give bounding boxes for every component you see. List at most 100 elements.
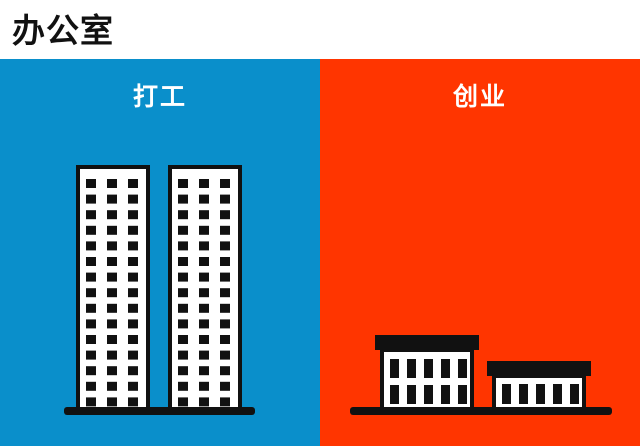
building-window	[390, 385, 399, 404]
building-window	[441, 359, 450, 378]
tower-window	[220, 194, 230, 204]
tower-window	[107, 272, 117, 282]
tower-window	[86, 381, 96, 391]
tower-window	[107, 194, 117, 204]
tower-window	[178, 272, 188, 282]
tower-window	[86, 397, 96, 407]
tower-window	[220, 225, 230, 235]
tower-window	[107, 397, 117, 407]
tower-window	[128, 350, 138, 360]
building-window	[502, 384, 511, 404]
tower-window	[178, 335, 188, 344]
tower-window	[178, 225, 188, 235]
tower-window	[199, 319, 209, 329]
tower-window	[178, 257, 188, 266]
tower-window	[199, 257, 209, 266]
tower-window	[220, 241, 230, 251]
tower-window	[220, 397, 230, 407]
tower-window	[199, 303, 209, 313]
tower-window	[178, 194, 188, 204]
tower-window	[107, 319, 117, 329]
ground-line-right	[350, 407, 612, 415]
tower-window	[220, 210, 230, 220]
tower-window	[86, 225, 96, 235]
building-window	[519, 384, 528, 404]
tower-window	[199, 366, 209, 376]
tower-window	[199, 210, 209, 220]
building-roof	[487, 361, 591, 376]
tower-window	[199, 225, 209, 235]
tower-window	[199, 335, 209, 344]
tower-window	[178, 179, 188, 188]
tower-window	[199, 381, 209, 391]
tower-window	[86, 210, 96, 220]
tower-window	[128, 381, 138, 391]
tower-window	[128, 194, 138, 204]
tower-window	[86, 319, 96, 329]
tower-window	[86, 272, 96, 282]
tower-window	[220, 350, 230, 360]
startup-buildings	[350, 335, 612, 415]
tower-window	[107, 241, 117, 251]
tower-window	[86, 288, 96, 298]
ground-line-left	[64, 407, 255, 415]
building-window	[536, 384, 545, 404]
tower-window	[128, 210, 138, 220]
tower-window	[107, 288, 117, 298]
tower-window	[128, 303, 138, 313]
tower-window	[220, 179, 230, 188]
tower-window	[178, 381, 188, 391]
tower-window	[107, 257, 117, 266]
building-window	[407, 359, 416, 378]
tower-window	[128, 319, 138, 329]
tower-window	[220, 303, 230, 313]
building-window	[458, 385, 467, 404]
building-window	[424, 359, 433, 378]
tower-window	[128, 366, 138, 376]
tower-window	[220, 381, 230, 391]
building-window	[570, 384, 579, 404]
tower-window	[86, 350, 96, 360]
tower-window	[86, 179, 96, 188]
tower-window	[107, 303, 117, 313]
tower-window	[220, 288, 230, 298]
building-window	[553, 384, 562, 404]
building-roof	[375, 335, 479, 350]
tower-window	[86, 194, 96, 204]
tower-window	[220, 257, 230, 266]
tower-window	[128, 179, 138, 188]
tower-window	[107, 335, 117, 344]
tower-window	[128, 288, 138, 298]
tower-window	[178, 366, 188, 376]
tower-window	[86, 303, 96, 313]
small-building-group	[375, 335, 591, 413]
building-window	[390, 359, 399, 378]
tower-window	[86, 335, 96, 344]
tower-window	[220, 335, 230, 344]
tower-window	[86, 257, 96, 266]
tower-window	[178, 288, 188, 298]
tower-window	[128, 397, 138, 407]
tower-window	[178, 397, 188, 407]
building-window	[458, 359, 467, 378]
tower-window	[178, 241, 188, 251]
tower-window	[199, 288, 209, 298]
tower-window	[178, 303, 188, 313]
building-window	[424, 385, 433, 404]
panel-employee: 打工	[0, 59, 320, 446]
tower-window	[86, 241, 96, 251]
tower-window	[107, 210, 117, 220]
tower-window	[178, 210, 188, 220]
tower-window	[107, 350, 117, 360]
building-window	[407, 385, 416, 404]
tower-window	[199, 194, 209, 204]
tower-window	[199, 241, 209, 251]
tower-window	[128, 335, 138, 344]
tower-window	[220, 319, 230, 329]
tower-window	[199, 350, 209, 360]
panel-startup: 创业	[320, 59, 640, 446]
tower-window	[107, 381, 117, 391]
tower-window	[178, 319, 188, 329]
tower-window	[199, 272, 209, 282]
tower-window	[128, 241, 138, 251]
